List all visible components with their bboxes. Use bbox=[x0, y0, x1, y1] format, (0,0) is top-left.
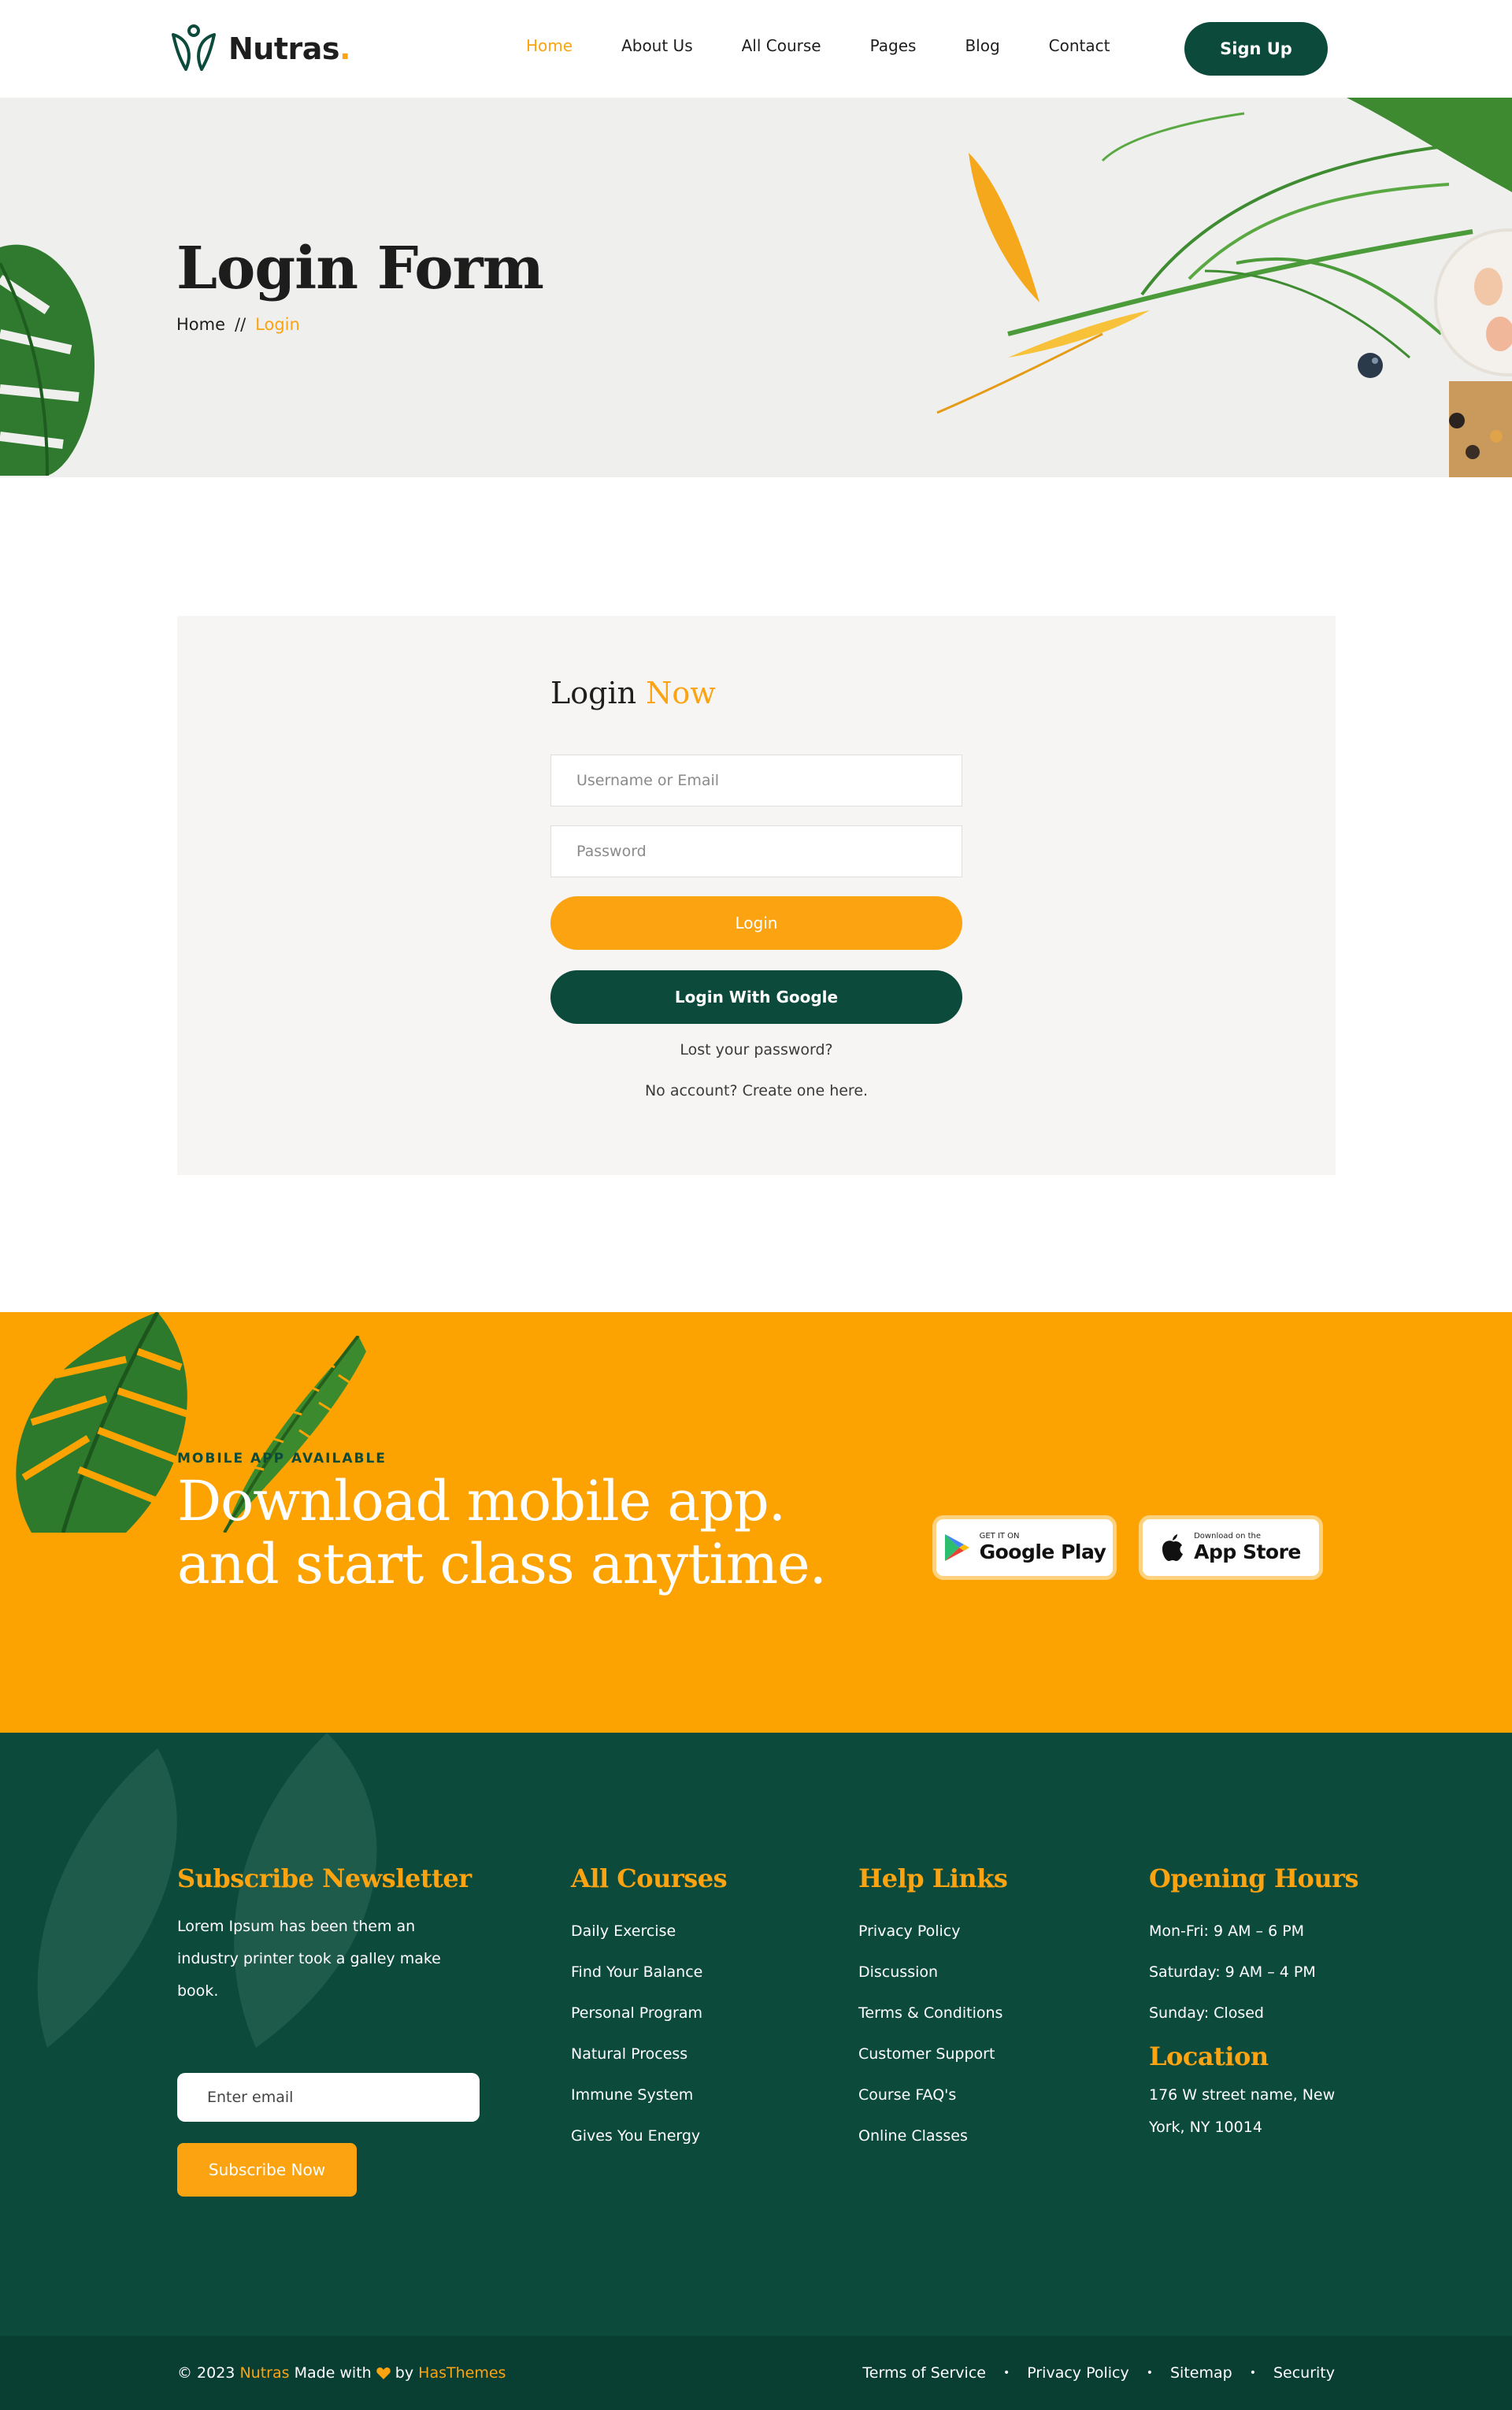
footer-help-link[interactable]: Privacy Policy bbox=[858, 1911, 1007, 1952]
nav-pages[interactable]: Pages bbox=[870, 36, 917, 55]
privacy-policy-link[interactable]: Privacy Policy bbox=[1027, 2364, 1128, 2382]
footer-bottom-bar: © 2023 Nutras Made with by HasThemes Ter… bbox=[0, 2336, 1512, 2410]
monstera-leaf-illustration bbox=[16, 1312, 191, 1533]
page-hero: Login Form Home // Login bbox=[0, 98, 1512, 477]
breadcrumb: Home // Login bbox=[176, 315, 300, 334]
footer-help-link[interactable]: Course FAQ's bbox=[858, 2074, 1007, 2115]
opening-hours-item: Mon-Fri: 9 AM – 6 PM bbox=[1149, 1922, 1305, 1940]
footer-help-link[interactable]: Customer Support bbox=[858, 2034, 1007, 2074]
link-separator: • bbox=[1249, 2367, 1256, 2379]
app-title: Download mobile app. and start class any… bbox=[177, 1469, 827, 1596]
monstera-leaf-illustration bbox=[0, 244, 94, 476]
login-with-google-button[interactable]: Login With Google bbox=[550, 970, 962, 1024]
link-separator: • bbox=[1146, 2367, 1153, 2379]
site-footer: Subscribe Newsletter Lorem Ipsum has bee… bbox=[0, 1733, 1512, 2336]
footer-course-link[interactable]: Personal Program bbox=[571, 1993, 727, 2034]
help-links-heading: Help Links bbox=[858, 1863, 1008, 1893]
footer-help-link[interactable]: Terms & Conditions bbox=[858, 1993, 1007, 2034]
copyright-company-link[interactable]: HasThemes bbox=[418, 2364, 506, 2382]
nav-blog[interactable]: Blog bbox=[965, 36, 999, 55]
app-store-label: App Store bbox=[1194, 1541, 1301, 1563]
help-links-column: Help Links Privacy Policy Discussion Ter… bbox=[858, 1863, 1008, 2156]
create-account-link[interactable]: No account? Create one here. bbox=[550, 1082, 962, 1099]
sitemap-link[interactable]: Sitemap bbox=[1170, 2364, 1232, 2382]
logo[interactable]: Nutras. bbox=[169, 24, 350, 74]
copyright-brand-link[interactable]: Nutras bbox=[239, 2364, 289, 2382]
main-nav: Home About Us All Course Pages Blog Cont… bbox=[526, 36, 1158, 55]
footer-course-link[interactable]: Immune System bbox=[571, 2074, 727, 2115]
newsletter-email-input[interactable]: Enter email bbox=[177, 2073, 480, 2122]
legal-links: Terms of Service • Privacy Policy • Site… bbox=[862, 2364, 1335, 2382]
decorative-leaf-watermark bbox=[37, 1748, 177, 2048]
google-play-label: Google Play bbox=[979, 1541, 1106, 1563]
app-store-button[interactable]: Download on the App Store bbox=[1139, 1515, 1323, 1580]
security-link[interactable]: Security bbox=[1273, 2364, 1335, 2382]
opening-hours-heading: Opening Hours bbox=[1149, 1863, 1359, 1893]
page-title: Login Form bbox=[176, 235, 544, 302]
opening-hours-item: Sunday: Closed bbox=[1149, 2004, 1264, 2022]
location-address: 176 W street name, New York, NY 10014 bbox=[1149, 2086, 1336, 2136]
mobile-app-banner: MOBILE APP AVAILABLE Download mobile app… bbox=[0, 1312, 1512, 1733]
apple-icon bbox=[1162, 1534, 1184, 1561]
copyright-text: © 2023 Nutras Made with by HasThemes bbox=[177, 2364, 506, 2382]
newsletter-column: Subscribe Newsletter Lorem Ipsum has bee… bbox=[177, 1863, 472, 2008]
nav-home[interactable]: Home bbox=[526, 36, 573, 55]
heart-icon bbox=[376, 2367, 391, 2379]
newsletter-heading: Subscribe Newsletter bbox=[177, 1863, 472, 1893]
subscribe-now-button[interactable]: Subscribe Now bbox=[177, 2143, 357, 2197]
login-button[interactable]: Login bbox=[550, 896, 962, 950]
footer-course-link[interactable]: Natural Process bbox=[571, 2034, 727, 2074]
breadcrumb-current: Login bbox=[255, 315, 300, 334]
site-header: Nutras. Home About Us All Course Pages B… bbox=[0, 0, 1496, 98]
footer-course-link[interactable]: Find Your Balance bbox=[571, 1952, 727, 1993]
nav-about-us[interactable]: About Us bbox=[621, 36, 693, 55]
courses-column: All Courses Daily Exercise Find Your Bal… bbox=[571, 1863, 728, 2156]
plant-fruit-illustration bbox=[936, 98, 1512, 477]
footer-course-link[interactable]: Daily Exercise bbox=[571, 1911, 727, 1952]
logo-icon bbox=[172, 24, 216, 71]
lost-password-link[interactable]: Lost your password? bbox=[550, 1041, 962, 1059]
nav-all-course[interactable]: All Course bbox=[742, 36, 821, 55]
courses-heading: All Courses bbox=[571, 1863, 728, 1893]
breadcrumb-separator: // bbox=[235, 315, 246, 334]
opening-hours-item: Saturday: 9 AM – 4 PM bbox=[1149, 1963, 1316, 1981]
newsletter-text: Lorem Ipsum has been them an industry pr… bbox=[177, 1918, 441, 2000]
opening-hours-column: Opening Hours Mon-Fri: 9 AM – 6 PM Satur… bbox=[1149, 1863, 1359, 2144]
app-kicker: MOBILE APP AVAILABLE bbox=[177, 1451, 387, 1466]
link-separator: • bbox=[1002, 2367, 1010, 2379]
google-play-button[interactable]: GET IT ON Google Play bbox=[932, 1515, 1117, 1580]
footer-help-link[interactable]: Online Classes bbox=[858, 2115, 1007, 2156]
breadcrumb-home[interactable]: Home bbox=[176, 315, 225, 334]
terms-of-service-link[interactable]: Terms of Service bbox=[862, 2364, 986, 2382]
sign-up-button[interactable]: Sign Up bbox=[1184, 22, 1328, 76]
login-heading: Login Now bbox=[550, 676, 716, 710]
password-input[interactable]: Password bbox=[550, 825, 962, 877]
location-heading: Location bbox=[1149, 2041, 1269, 2071]
nav-contact[interactable]: Contact bbox=[1049, 36, 1110, 55]
footer-course-link[interactable]: Gives You Energy bbox=[571, 2115, 727, 2156]
footer-help-link[interactable]: Discussion bbox=[858, 1952, 1007, 1993]
google-play-icon bbox=[944, 1534, 969, 1561]
username-input[interactable]: Username or Email bbox=[550, 755, 962, 806]
logo-text: Nutras. bbox=[228, 32, 350, 66]
